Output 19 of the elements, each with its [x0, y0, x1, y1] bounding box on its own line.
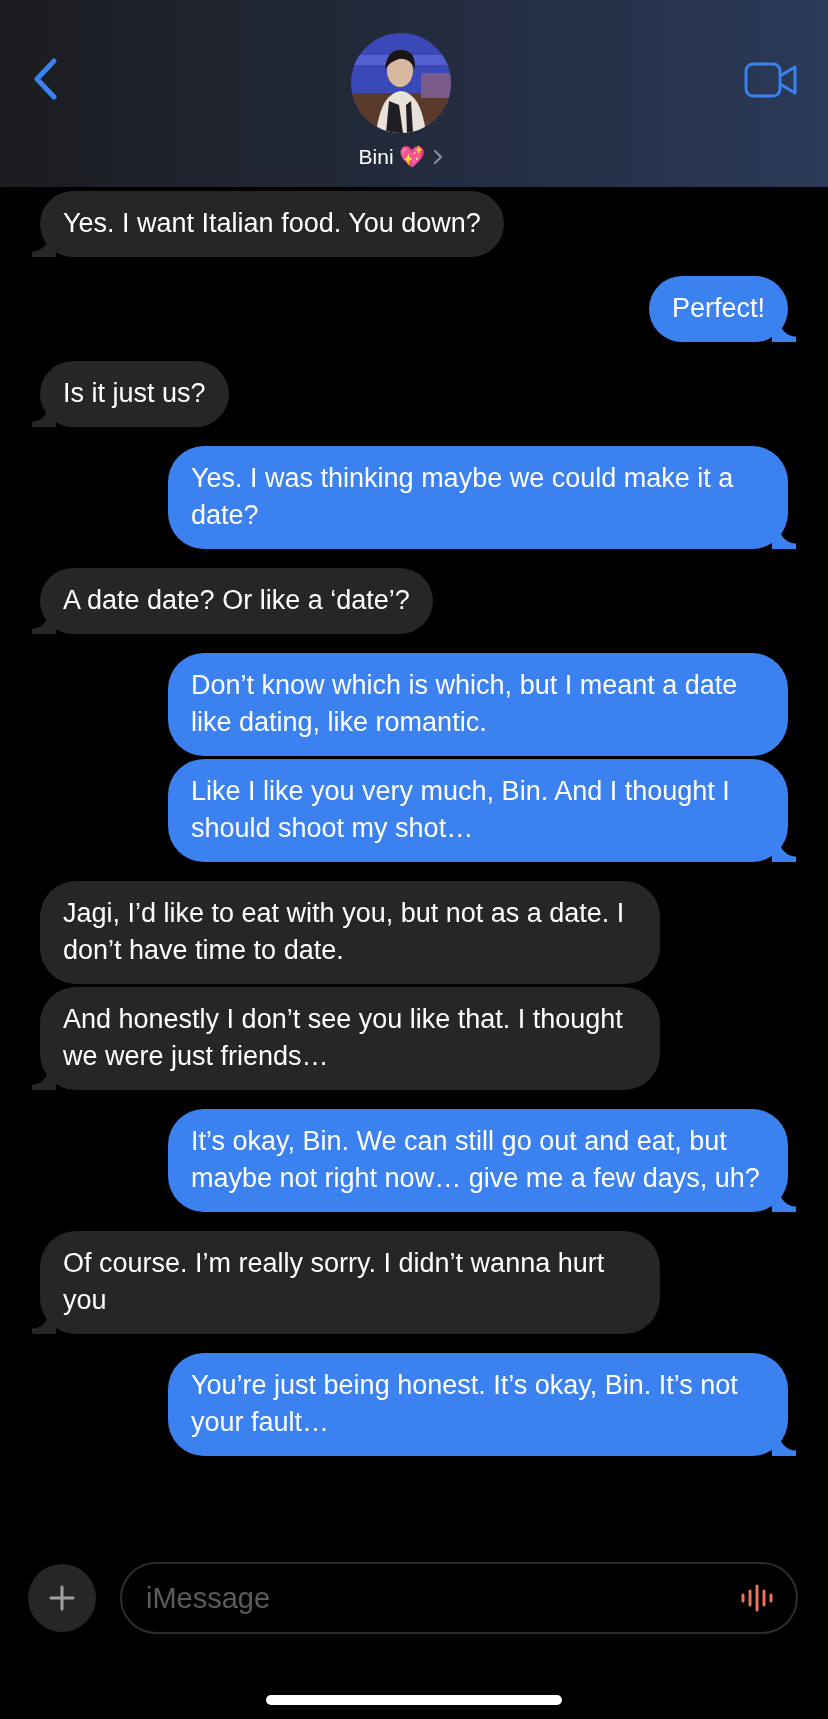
message-field[interactable]: iMessage: [120, 1562, 798, 1634]
message-bubble: Is it just us?: [32, 361, 229, 427]
message-bubble: Perfect!: [648, 276, 796, 342]
message-bubble: It’s okay, Bin. We can still go out and eat, but maybe not right now… give me a few days, uh?: [168, 1109, 796, 1212]
message-bubble: Yes. I want Italian food. You down?: [32, 191, 504, 257]
video-camera-icon[interactable]: [744, 62, 798, 98]
plus-icon: [48, 1584, 76, 1612]
back-icon[interactable]: [32, 58, 58, 100]
message-bubble: And honestly I don’t see you like that. I thought we were just friends…: [32, 987, 660, 1090]
message-bubble: Yes. I was thinking maybe we could make it a date?: [168, 446, 796, 549]
message-bubble: Don’t know which is which, but I meant a date like dating, like romantic.: [168, 653, 796, 756]
message-bubble: A date date? Or like a ‘date’?: [32, 568, 433, 634]
message-bubble: Like I like you very much, Bin. And I thought I should shoot my shot…: [168, 759, 796, 862]
message-bubble: You’re just being honest. It’s okay, Bin. It’s not your fault…: [168, 1353, 796, 1456]
waveform-icon[interactable]: [740, 1584, 776, 1612]
message-bubble: Jagi, I’d like to eat with you, but not as a date. I don’t have time to date.: [32, 881, 660, 984]
chevron-icon: [433, 148, 444, 165]
message-bubble: Of course. I’m really sorry. I didn’t wanna hurt you: [32, 1231, 660, 1334]
contact-name[interactable]: Bini 💖: [358, 141, 426, 173]
